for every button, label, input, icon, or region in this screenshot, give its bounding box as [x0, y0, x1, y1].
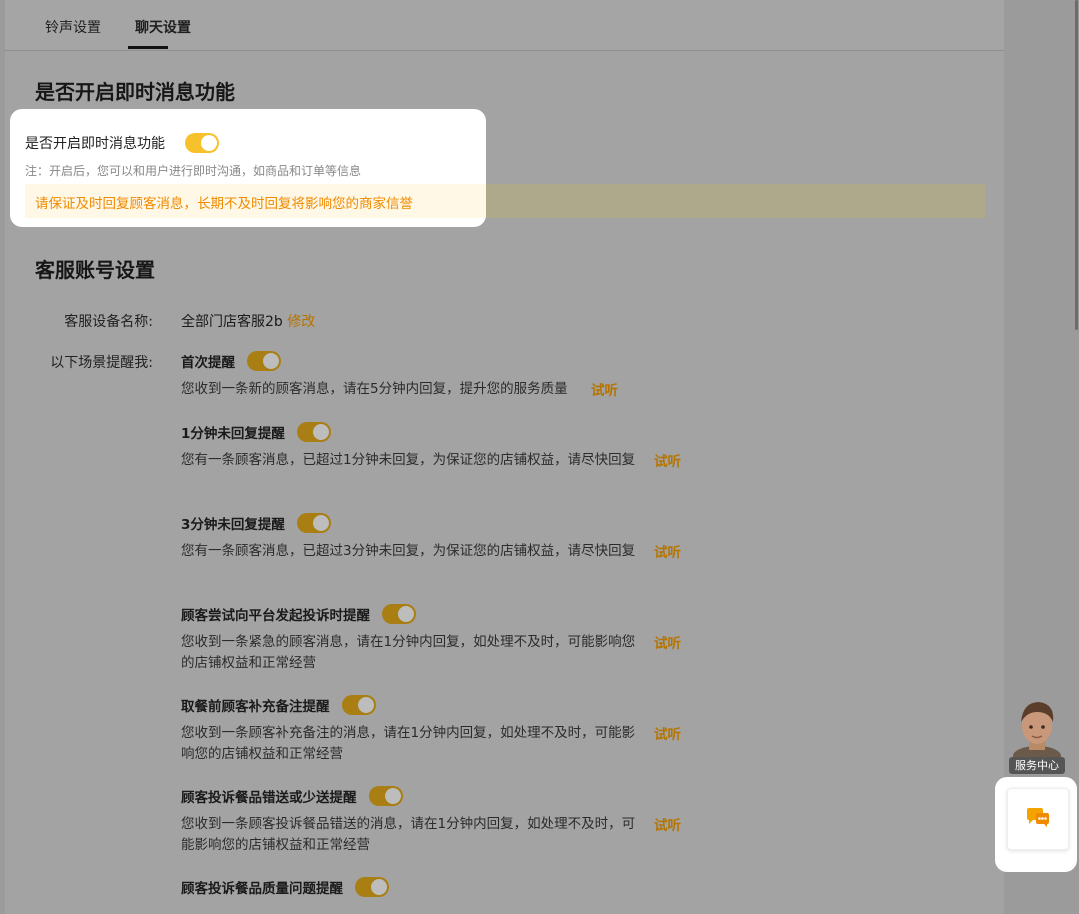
remind-scenes-label: 以下场景提醒我: — [50, 355, 153, 371]
chat-widget[interactable] — [995, 777, 1077, 872]
reminder-complaint-attempt-toggle[interactable] — [382, 603, 417, 624]
im-toggle-spotlight: 是否开启即时消息功能 注：开启后，您可以和用户进行即时沟通，如商品和订单等信息 … — [10, 109, 486, 227]
reminder-1min-try-button[interactable]: 试听 — [654, 450, 681, 470]
reminder-wrong-delivery-toggle[interactable] — [368, 785, 403, 806]
reminder-first-try-button[interactable]: 试听 — [591, 379, 618, 399]
toggle-knob — [398, 605, 415, 622]
im-toggle-label: 是否开启即时消息功能 — [25, 136, 165, 152]
reminder-title: 1分钟未回复提醒 — [181, 425, 285, 442]
reminder-remark-try-button[interactable]: 试听 — [654, 723, 681, 743]
toggle-knob — [313, 423, 329, 440]
reminder-title: 首次提醒 — [181, 354, 235, 371]
reminder-desc: 您有一条顾客消息，已超过3分钟未回复，为保证您的店铺权益，请尽快回复 — [181, 543, 636, 559]
reminder-desc: 您收到一条顾客投诉餐品错送的消息，请在1分钟内回复，如处理不及时，可能影响您的店… — [181, 816, 636, 853]
device-name-label: 客服设备名称: — [64, 314, 153, 330]
tab-bar: 铃声设置 聊天设置 — [5, 0, 1004, 51]
reminder-quality-toggle[interactable] — [355, 876, 390, 897]
reminder-desc: 您收到一条紧急的顾客消息，请在1分钟内回复，如处理不及时，可能影响您的店铺权益和… — [181, 634, 636, 671]
account-section-heading: 客服账号设置 — [35, 258, 155, 282]
reminder-3min-try-button[interactable]: 试听 — [654, 541, 681, 561]
reminder-wrong-delivery: 顾客投诉餐品错送或少送提醒 您收到一条顾客投诉餐品错送的消息，请在1分钟内回复，… — [181, 785, 701, 853]
reminder-complaint-attempt-try-button[interactable]: 试听 — [654, 632, 681, 652]
device-name-row: 全部门店客服2b 修改 — [181, 311, 315, 331]
reminder-title: 顾客投诉餐品错送或少送提醒 — [181, 789, 357, 806]
toggle-knob — [371, 878, 388, 895]
reminder-first: 首次提醒 您收到一条新的顾客消息，请在5分钟内回复，提升您的服务质量 试听 — [181, 350, 701, 399]
edit-device-name-link[interactable]: 修改 — [287, 314, 315, 330]
chat-button[interactable] — [1007, 788, 1069, 850]
toggle-knob — [201, 135, 217, 151]
im-toggle-note: 注：开启后，您可以和用户进行即时沟通，如商品和订单等信息 — [25, 164, 362, 178]
im-enable-toggle[interactable] — [185, 133, 219, 153]
tab-ringtone-settings[interactable]: 铃声设置 — [45, 17, 101, 37]
reminder-first-toggle[interactable] — [247, 350, 282, 371]
reminder-remark: 取餐前顾客补充备注提醒 您收到一条顾客补充备注的消息，请在1分钟内回复，如处理不… — [181, 694, 701, 762]
reminder-remark-toggle[interactable] — [341, 694, 376, 715]
reminder-title: 3分钟未回复提醒 — [181, 516, 285, 533]
reminder-3min-toggle[interactable] — [297, 512, 331, 533]
toggle-knob — [313, 514, 329, 531]
chat-bubbles-icon — [1027, 808, 1049, 827]
reminder-complaint-attempt: 顾客尝试向平台发起投诉时提醒 您收到一条紧急的顾客消息，请在1分钟内回复，如处理… — [181, 603, 701, 671]
device-name-value: 全部门店客服2b — [181, 314, 283, 330]
toggle-knob — [384, 787, 401, 804]
tab-chat-settings[interactable]: 聊天设置 — [135, 17, 191, 37]
reminder-desc: 您收到一条顾客补充备注的消息，请在1分钟内回复，如处理不及时，可能影响您的店铺权… — [181, 725, 636, 762]
reminder-quality: 顾客投诉餐品质量问题提醒 — [181, 876, 701, 897]
reminder-title: 顾客尝试向平台发起投诉时提醒 — [181, 607, 370, 624]
reminder-desc: 您有一条顾客消息，已超过1分钟未回复，为保证您的店铺权益，请尽快回复 — [181, 452, 636, 468]
reminder-title: 取餐前顾客补充备注提醒 — [181, 698, 330, 715]
toggle-knob — [357, 696, 374, 713]
reminder-wrong-delivery-try-button[interactable]: 试听 — [654, 814, 681, 834]
reminder-title: 顾客投诉餐品质量问题提醒 — [181, 880, 343, 897]
toggle-knob — [263, 352, 280, 369]
reply-warning-text: 请保证及时回复顾客消息，长期不及时回复将影响您的商家信誉 — [35, 196, 413, 212]
reply-warning-banner: 请保证及时回复顾客消息，长期不及时回复将影响您的商家信誉 — [25, 184, 486, 218]
customer-service-avatar-icon[interactable] — [1009, 698, 1065, 766]
im-section-heading: 是否开启即时消息功能 — [35, 80, 235, 104]
active-tab-indicator — [128, 46, 168, 49]
reminder-1min-toggle[interactable] — [297, 421, 331, 442]
reminder-1min: 1分钟未回复提醒 您有一条顾客消息，已超过1分钟未回复，为保证您的店铺权益，请尽… — [181, 421, 701, 470]
service-center-label[interactable]: 服务中心 — [1009, 757, 1065, 774]
reminder-desc: 您收到一条新的顾客消息，请在5分钟内回复，提升您的服务质量 — [181, 381, 568, 397]
scrollbar-thumb[interactable] — [1075, 0, 1078, 330]
reminder-3min: 3分钟未回复提醒 您有一条顾客消息，已超过3分钟未回复，为保证您的店铺权益，请尽… — [181, 512, 701, 561]
